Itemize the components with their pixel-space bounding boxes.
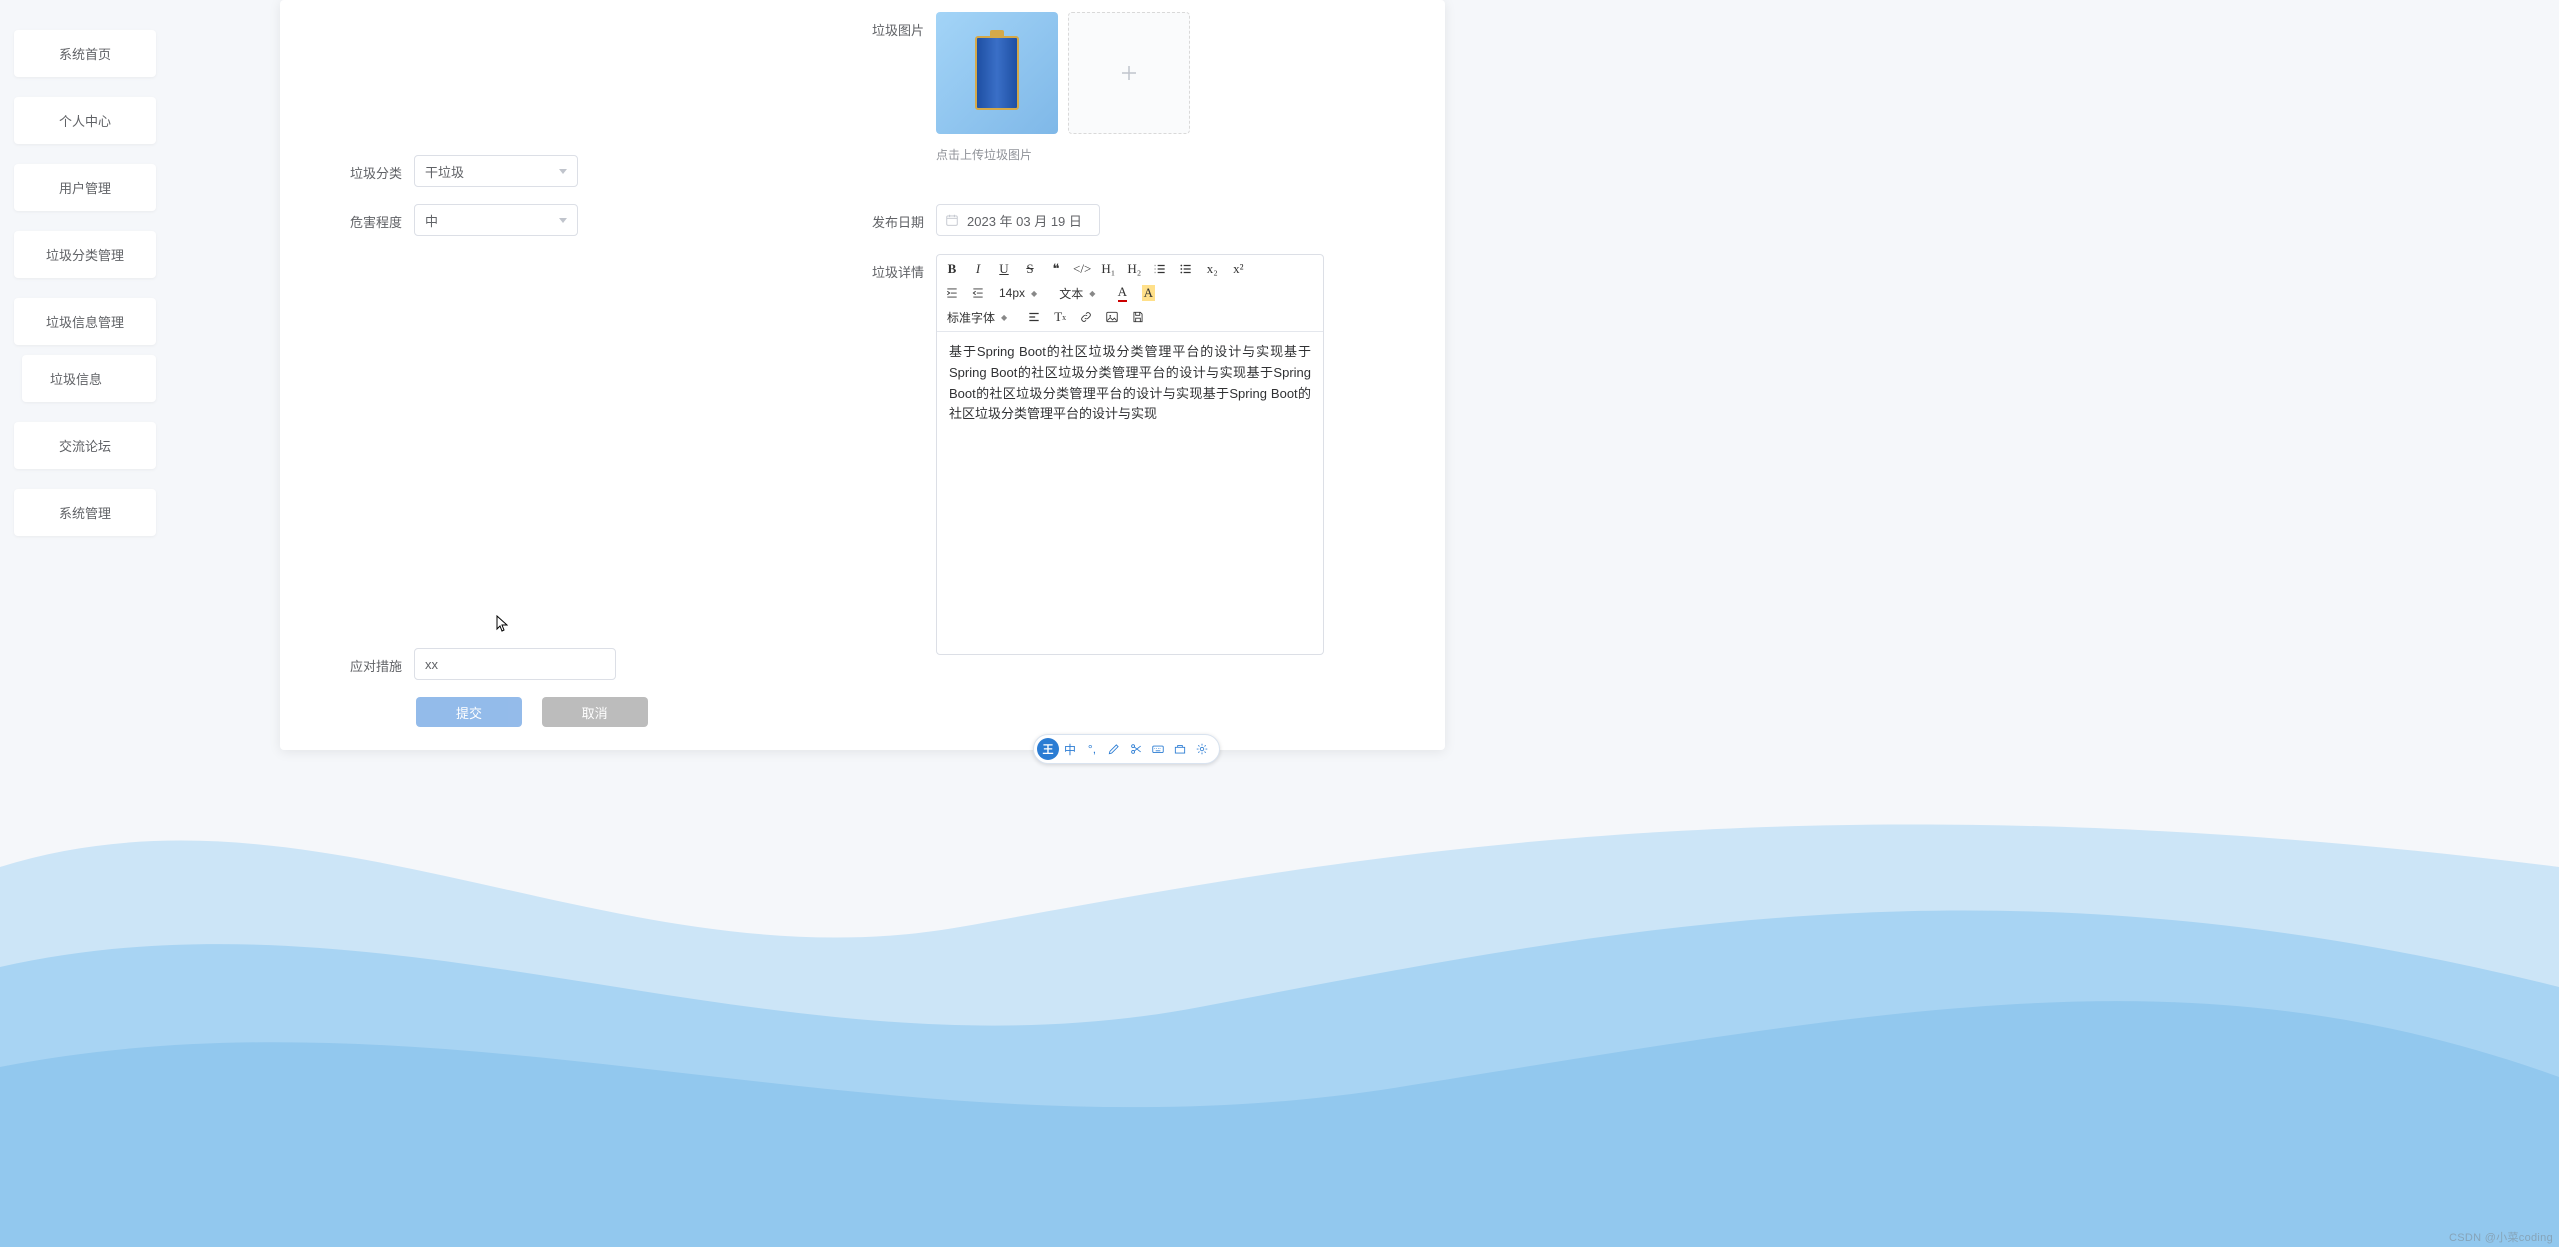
date-value: 2023 年 03 月 19 日 (967, 211, 1082, 230)
ime-toolbox-button[interactable] (1170, 739, 1190, 759)
ime-settings-button[interactable] (1192, 739, 1212, 759)
danger-select[interactable]: 中 (414, 204, 578, 236)
calendar-icon (945, 213, 959, 227)
sidebar-sub-info[interactable]: 垃圾信息 (22, 355, 156, 402)
outdent-icon (971, 286, 985, 300)
link-icon (1079, 310, 1093, 324)
align-button[interactable] (1025, 307, 1043, 327)
rich-text-editor: B I U S ❝ </> H₁ H₂ x₂ x² 14px 文本 A A (936, 254, 1324, 655)
subscript-button[interactable]: x₂ (1203, 259, 1221, 279)
watermark: CSDN @小菜coding (2449, 1229, 2553, 1245)
bg-color-button[interactable]: A (1139, 283, 1157, 303)
gear-icon (1195, 742, 1209, 756)
image-icon (1105, 310, 1119, 324)
unordered-list-button[interactable] (1177, 259, 1195, 279)
scissors-icon (1129, 742, 1143, 756)
battery-image (975, 36, 1019, 110)
sidebar-item-home[interactable]: 系统首页 (14, 30, 156, 77)
ime-keyboard-button[interactable] (1148, 739, 1168, 759)
upload-hint: 点击上传垃圾图片 (936, 146, 1190, 163)
sidebar-item-forum[interactable]: 交流论坛 (14, 422, 156, 469)
image-preview[interactable] (936, 12, 1058, 134)
save-button[interactable] (1129, 307, 1147, 327)
text-type-select[interactable]: 文本 (1055, 285, 1105, 302)
sidebar-item-user-mgmt[interactable]: 用户管理 (14, 164, 156, 211)
image-button[interactable] (1103, 307, 1121, 327)
submit-button[interactable]: 提交 (416, 697, 522, 727)
indent-button[interactable] (943, 283, 961, 303)
h1-button[interactable]: H₁ (1099, 259, 1117, 279)
label-detail: 垃圾详情 (846, 254, 936, 281)
date-input[interactable]: 2023 年 03 月 19 日 (936, 204, 1100, 236)
font-size-select[interactable]: 14px (995, 286, 1047, 300)
quote-button[interactable]: ❝ (1047, 259, 1065, 279)
outdent-button[interactable] (969, 283, 987, 303)
clear-format-button[interactable]: Tx (1051, 307, 1069, 327)
cancel-button[interactable]: 取消 (542, 697, 648, 727)
code-button[interactable]: </> (1073, 259, 1091, 279)
editor-content[interactable]: 基于Spring Boot的社区垃圾分类管理平台的设计与实现基于Spring B… (937, 332, 1323, 654)
toolbox-icon (1173, 742, 1187, 756)
ime-logo-icon[interactable]: 王 (1037, 738, 1059, 760)
superscript-button[interactable]: x² (1229, 259, 1247, 279)
measure-input[interactable] (414, 648, 616, 680)
danger-value: 中 (425, 211, 438, 230)
underline-button[interactable]: U (995, 259, 1013, 279)
indent-icon (945, 286, 959, 300)
bold-button[interactable]: B (943, 259, 961, 279)
ime-skin-button[interactable] (1104, 739, 1124, 759)
category-value: 干垃圾 (425, 162, 464, 181)
save-icon (1131, 310, 1145, 324)
strikethrough-button[interactable]: S (1021, 259, 1039, 279)
editor-toolbar: B I U S ❝ </> H₁ H₂ x₂ x² 14px 文本 A A (937, 255, 1323, 332)
keyboard-icon (1151, 742, 1165, 756)
ime-toolbar: 王 中 °, (1033, 734, 1220, 764)
plus-icon (1117, 61, 1141, 85)
sidebar: 系统首页 个人中心 用户管理 垃圾分类管理 垃圾信息管理 垃圾信息 交流论坛 系… (14, 30, 156, 556)
category-select[interactable]: 干垃圾 (414, 155, 578, 187)
unordered-list-icon (1179, 262, 1193, 276)
italic-button[interactable]: I (969, 259, 987, 279)
ime-cut-button[interactable] (1126, 739, 1146, 759)
label-measure: 应对措施 (324, 648, 414, 675)
label-danger: 危害程度 (324, 204, 414, 231)
font-family-select[interactable]: 标准字体 (943, 309, 1017, 326)
upload-button[interactable] (1068, 12, 1190, 134)
form-panel: 垃圾图片 点击上传垃圾图片 垃圾分类 干垃圾 危害程度 中 发布日期 (280, 0, 1445, 750)
font-color-button[interactable]: A (1113, 283, 1131, 303)
sidebar-item-category-mgmt[interactable]: 垃圾分类管理 (14, 231, 156, 278)
ime-lang-toggle[interactable]: 中 (1060, 739, 1080, 759)
label-category: 垃圾分类 (324, 155, 414, 182)
align-icon (1027, 310, 1041, 324)
link-button[interactable] (1077, 307, 1095, 327)
h2-button[interactable]: H₂ (1125, 259, 1143, 279)
pencil-icon (1107, 742, 1121, 756)
sidebar-item-system-mgmt[interactable]: 系统管理 (14, 489, 156, 536)
sidebar-item-info-mgmt[interactable]: 垃圾信息管理 (14, 298, 156, 345)
sidebar-item-profile[interactable]: 个人中心 (14, 97, 156, 144)
ime-punct-toggle[interactable]: °, (1082, 739, 1102, 759)
label-image: 垃圾图片 (846, 12, 936, 39)
label-date: 发布日期 (846, 204, 936, 231)
ordered-list-button[interactable] (1151, 259, 1169, 279)
ordered-list-icon (1153, 262, 1167, 276)
